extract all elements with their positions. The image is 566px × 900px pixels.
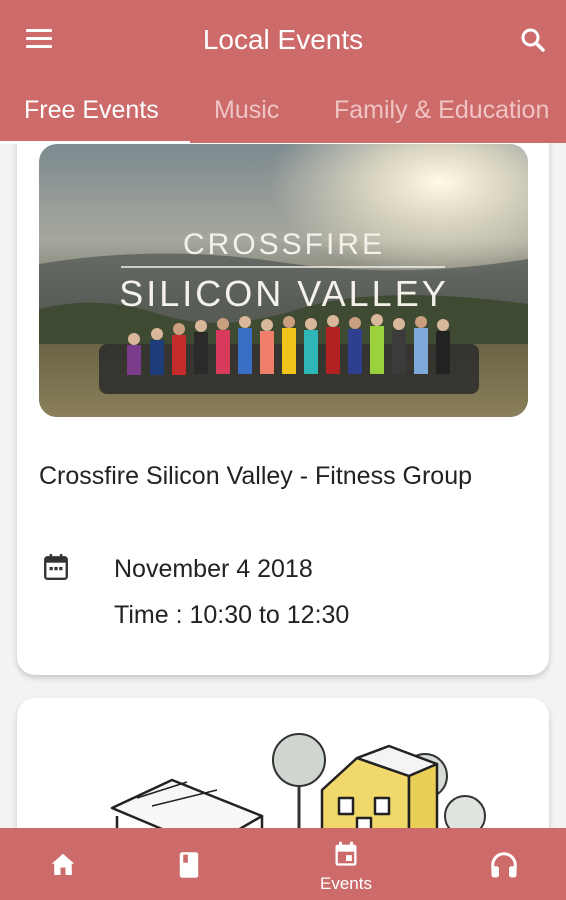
search-icon[interactable]: [518, 25, 548, 55]
nav-book[interactable]: [139, 828, 239, 900]
image-text-line1: CROSSFIRE: [183, 228, 385, 261]
tab-music[interactable]: Music: [214, 96, 279, 125]
event-time: Time : 10:30 to 12:30: [114, 601, 350, 629]
event-photo: CROSSFIRE SILICON VALLEY: [39, 144, 528, 417]
page-title: Local Events: [202, 24, 364, 55]
calendar-icon: [44, 554, 68, 581]
home-icon: [51, 853, 75, 875]
nav-events-label: Events: [320, 874, 372, 893]
nav-music[interactable]: [454, 828, 554, 900]
tab-family-education[interactable]: Family & Education: [334, 96, 549, 125]
tab-free-events[interactable]: Free Events: [24, 96, 159, 125]
image-text-line2: SILICON VALLEY: [119, 273, 448, 314]
event-image: CROSSFIRE SILICON VALLEY: [39, 144, 528, 417]
nav-home[interactable]: [13, 828, 113, 900]
headphones-icon: [491, 852, 517, 878]
calendar-icon: [335, 841, 357, 866]
event-card[interactable]: CROSSFIRE SILICON VALLEY Crossfire Silic…: [17, 120, 549, 675]
bottom-navigation: Events: [0, 828, 566, 900]
tab-bar: Free Events Music Family & Education: [0, 82, 566, 143]
nav-events[interactable]: Events: [296, 828, 396, 900]
event-title: Crossfire Silicon Valley - Fitness Group: [39, 462, 473, 490]
event-date: November 4 2018: [114, 555, 313, 583]
toolbar: Local Events: [0, 0, 566, 82]
tab-indicator: [0, 141, 190, 144]
book-icon: [179, 852, 199, 878]
app-bar: Local Events Free Events Music Family & …: [0, 0, 566, 143]
